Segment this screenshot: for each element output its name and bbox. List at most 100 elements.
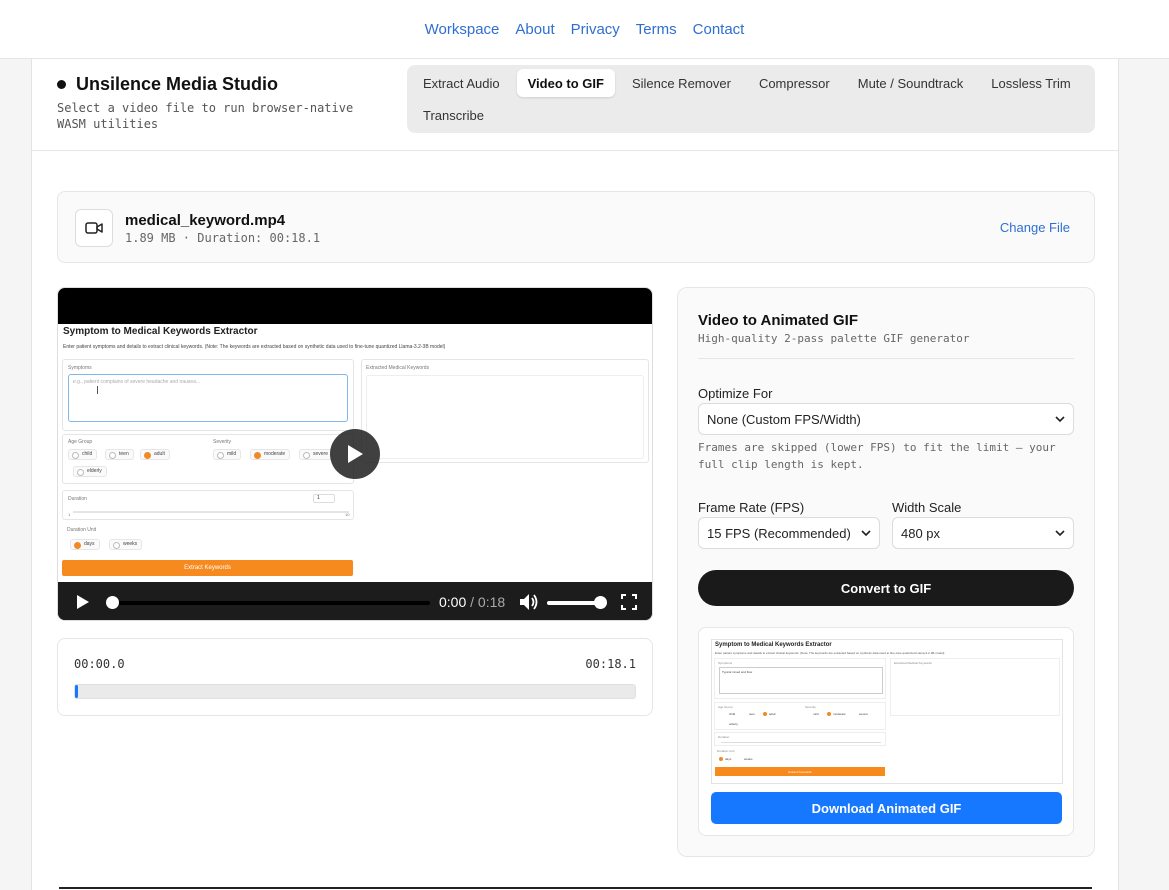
- frame-radio-weeks: weeks: [109, 539, 143, 550]
- gif-extracted-box: Extracted Medical Keywords: [890, 658, 1060, 716]
- trim-range: 00:00.0 00:18.1: [57, 638, 653, 716]
- gif-symptoms-input: Typical mixed and flow: [719, 667, 883, 694]
- gif-duration-label: Duration: [718, 735, 730, 739]
- frame-title: Symptom to Medical Keywords Extractor: [63, 326, 258, 337]
- volume-icon[interactable]: [519, 593, 539, 611]
- studio-header: Unsilence Media Studio Select a video fi…: [32, 59, 1118, 151]
- gif-age-elderly: elderly: [729, 722, 738, 726]
- studio-card: Unsilence Media Studio Select a video fi…: [31, 59, 1119, 890]
- panel-divider: [698, 358, 1074, 359]
- gif-result: Symptom to Medical Keywords Extractor En…: [698, 627, 1074, 836]
- optimize-value: None (Custom FPS/Width): [707, 411, 861, 427]
- nav-link-workspace[interactable]: Workspace: [425, 21, 500, 38]
- frame-radio-severe: severe: [299, 449, 334, 460]
- gif-radio-days-icon: [719, 757, 723, 761]
- frame-age-severity-box: Age Group child teen adult elderly Sever…: [62, 434, 354, 484]
- fps-select[interactable]: 15 FPS (Recommended): [698, 517, 880, 549]
- trim-start-handle[interactable]: [75, 685, 78, 698]
- big-play-button[interactable]: [330, 429, 380, 479]
- frame-radio-teen: teen: [105, 449, 134, 460]
- file-meta: 1.89 MB · Duration: 00:18.1: [125, 231, 321, 245]
- nav-link-privacy[interactable]: Privacy: [571, 21, 620, 38]
- seek-knob[interactable]: [106, 596, 119, 609]
- optimize-hint: Frames are skipped (lower FPS) to fit th…: [698, 441, 1056, 471]
- volume-slider[interactable]: [547, 601, 599, 605]
- gif-radio-moderate-icon: [827, 712, 831, 716]
- width-value: 480 px: [901, 525, 941, 541]
- gif-title: Symptom to Medical Keywords Extractor: [715, 642, 832, 648]
- nav-link-about[interactable]: About: [515, 21, 554, 38]
- nav-link-contact[interactable]: Contact: [693, 21, 745, 38]
- optimize-select[interactable]: None (Custom FPS/Width): [698, 403, 1074, 435]
- gif-duration-slider: [721, 742, 881, 743]
- gif-extracted-label: Extracted Medical Keywords: [894, 661, 932, 665]
- tab-transcribe[interactable]: Transcribe: [412, 101, 495, 129]
- page-title: Unsilence Media Studio: [76, 74, 279, 94]
- optimize-label: Optimize For: [698, 386, 773, 401]
- fps-value: 15 FPS (Recommended): [707, 525, 851, 541]
- tool-tabs: Extract Audio Video to GIF Silence Remov…: [407, 65, 1095, 133]
- download-gif-button[interactable]: Download Animated GIF: [711, 792, 1062, 824]
- fullscreen-icon[interactable]: [621, 594, 637, 610]
- frame-description: Enter patient symptoms and details to ex…: [63, 344, 446, 350]
- gif-severity-severe: severe: [859, 712, 869, 716]
- tab-mute-soundtrack[interactable]: Mute / Soundtrack: [847, 69, 975, 97]
- gif-unit-days: days: [725, 757, 732, 761]
- current-time: 0:00: [439, 594, 467, 610]
- frame-radio-elderly: elderly: [73, 466, 107, 477]
- brand-dot-icon: [57, 80, 66, 89]
- gif-extract-button: Extract Keywords: [715, 767, 885, 776]
- panel-title: Video to Animated GIF: [698, 312, 859, 329]
- video-camera-icon: [75, 209, 113, 247]
- play-icon[interactable]: [76, 594, 90, 610]
- frame-duration-max: 10: [345, 512, 350, 517]
- duration-time: 0:18: [477, 594, 506, 610]
- frame-extracted-label: Extracted Medical Keywords: [366, 365, 430, 371]
- gif-symptoms-label: Symptoms: [718, 661, 733, 665]
- tab-video-to-gif[interactable]: Video to GIF: [516, 69, 615, 97]
- frame-symptoms-placeholder: e.g., patient complains of severe headac…: [73, 379, 201, 385]
- frame-unit-box: Duration Unit days weeks: [62, 522, 354, 556]
- video-player[interactable]: Symptom to Medical Keywords Extractor En…: [57, 287, 653, 621]
- frame-symptoms-box: Symptoms e.g., patient complains of seve…: [62, 359, 354, 431]
- gif-severity-mild: mild: [813, 712, 819, 716]
- gif-age-child: child: [729, 712, 736, 716]
- time-display: 0:00 / 0:18: [439, 594, 505, 610]
- tab-extract-audio[interactable]: Extract Audio: [412, 69, 511, 97]
- gif-symptoms-box: Symptoms Typical mixed and flow: [714, 658, 886, 699]
- frame-extracted-output: [366, 375, 644, 459]
- width-label: Width Scale: [892, 500, 962, 515]
- change-file-button[interactable]: Change File: [1000, 220, 1070, 235]
- video-controls: 0:00 / 0:18: [58, 582, 652, 620]
- frame-radio-days: days: [70, 539, 100, 550]
- tab-compressor[interactable]: Compressor: [748, 69, 841, 97]
- nav-link-terms[interactable]: Terms: [636, 21, 677, 38]
- tab-lossless-trim[interactable]: Lossless Trim: [980, 69, 1081, 97]
- frame-duration-number: 1: [313, 494, 335, 503]
- brand: Unsilence Media Studio: [57, 74, 278, 95]
- frame-radio-adult: adult: [140, 449, 170, 460]
- tab-silence-remover[interactable]: Silence Remover: [621, 69, 742, 97]
- seek-bar[interactable]: [112, 601, 430, 605]
- frame-radio-moderate: moderate: [250, 449, 291, 460]
- chevron-down-icon: [1055, 530, 1065, 537]
- frame-duration-box: Duration 1 1 10: [62, 490, 354, 520]
- page-subtitle: Select a video file to run browser-nativ…: [57, 101, 354, 131]
- top-nav: Workspace About Privacy Terms Contact: [0, 0, 1169, 59]
- frame-severity-label: Severity: [213, 439, 232, 445]
- gif-radio-adult-icon: [763, 712, 767, 716]
- frame-symptoms-label: Symptoms: [68, 365, 92, 371]
- chevron-down-icon: [1055, 416, 1065, 423]
- bottom-divider: [59, 887, 1092, 889]
- width-select[interactable]: 480 px: [892, 517, 1074, 549]
- file-info: medical_keyword.mp4 1.89 MB · Duration: …: [57, 191, 1095, 263]
- convert-to-gif-button[interactable]: Convert to GIF: [698, 570, 1074, 606]
- file-name: medical_keyword.mp4: [125, 212, 286, 229]
- gif-description: Enter patient symptoms and details to ex…: [715, 651, 945, 655]
- gif-unit-weeks: weeks: [744, 757, 753, 761]
- gif-unit-label: Duration Unit: [717, 749, 735, 753]
- gif-age-box: Age Group child teen adult elderly Sever…: [714, 702, 886, 730]
- trim-start-time: 00:00.0: [74, 657, 125, 671]
- volume-knob[interactable]: [594, 596, 607, 609]
- trim-bar[interactable]: [74, 684, 636, 699]
